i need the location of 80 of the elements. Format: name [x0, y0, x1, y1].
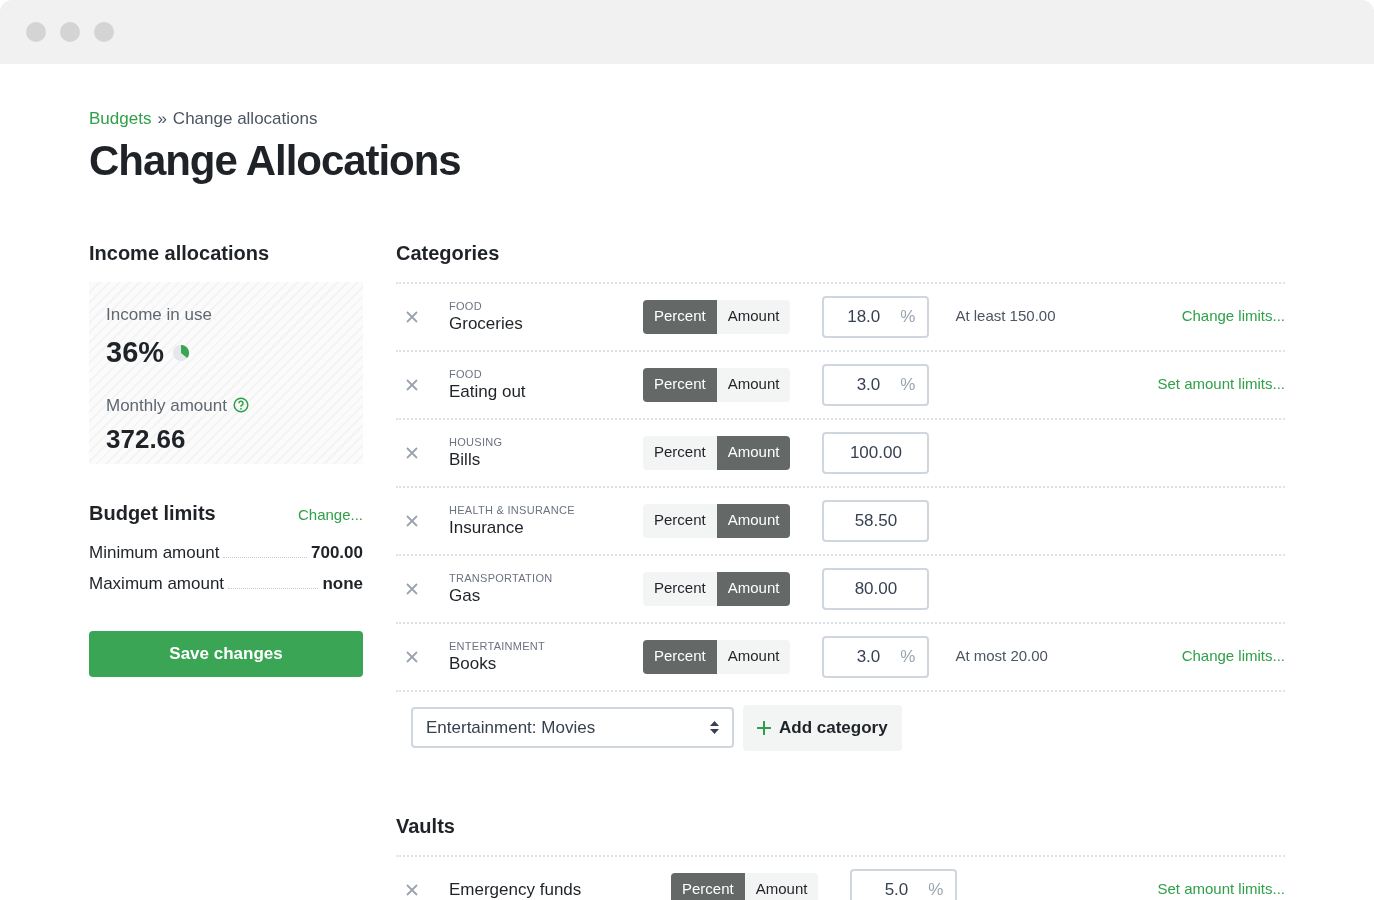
- window-control-icon[interactable]: [60, 22, 80, 42]
- mode-toggle[interactable]: Amount: [716, 503, 791, 538]
- category-name: Gas: [449, 584, 482, 607]
- unit-label: %: [900, 645, 916, 668]
- mode-toggle[interactable]: Amount: [716, 367, 791, 402]
- category-name: Books: [449, 652, 498, 675]
- close-icon[interactable]: [406, 883, 418, 896]
- income-in-use-value: 36%: [106, 335, 165, 370]
- value-text: 58.50: [854, 509, 898, 532]
- value-input[interactable]: 18.0 %: [822, 295, 930, 338]
- limits-link[interactable]: Change limits...: [1181, 305, 1285, 328]
- limits-link[interactable]: Change limits...: [1181, 645, 1285, 668]
- limit-value: 700.00: [311, 541, 363, 564]
- window-control-icon[interactable]: [26, 22, 46, 42]
- page-title: Change Allocations: [89, 135, 462, 186]
- category-name: Groceries: [449, 312, 524, 335]
- help-icon[interactable]: [232, 397, 249, 414]
- select-value: Entertainment: Movies: [426, 716, 596, 739]
- value-input[interactable]: 80.00: [822, 567, 930, 610]
- unit-label: %: [900, 305, 916, 328]
- close-icon[interactable]: [406, 582, 418, 595]
- value-input[interactable]: 3.0 %: [822, 635, 930, 678]
- value-input[interactable]: 100.00: [822, 431, 930, 474]
- mode-toggle[interactable]: Amount: [744, 872, 819, 900]
- limit-note: At least 150.00: [955, 306, 1056, 327]
- mode-toggle[interactable]: Amount: [716, 299, 791, 334]
- mode-toggle[interactable]: Amount: [716, 639, 791, 674]
- value-text: 100.00: [849, 441, 902, 464]
- income-in-use-label: Income in use: [106, 303, 213, 326]
- limit-note: At most 20.00: [955, 646, 1048, 667]
- mode-toggle[interactable]: Percent: [643, 299, 717, 334]
- value-text: 80.00: [854, 577, 898, 600]
- category-name: Emergency funds: [449, 878, 583, 900]
- category-group: FOOD: [449, 298, 643, 313]
- mode-toggle[interactable]: Percent: [643, 503, 717, 538]
- section-heading: Categories: [396, 240, 501, 266]
- breadcrumb-separator: »: [157, 108, 167, 130]
- category-name: Bills: [449, 448, 482, 471]
- category-group: HEALTH & INSURANCE: [449, 502, 643, 517]
- monthly-amount-label: Monthly amount: [106, 394, 227, 417]
- close-icon[interactable]: [406, 446, 418, 459]
- value-text: 18.0: [847, 305, 881, 328]
- add-category-button[interactable]: Add category: [743, 704, 902, 751]
- limit-label: Maximum amount: [89, 573, 225, 595]
- value-input[interactable]: 3.0 %: [822, 363, 930, 406]
- mode-toggle[interactable]: Percent: [643, 639, 717, 674]
- plus-icon: [757, 720, 771, 735]
- unit-label: %: [900, 373, 916, 396]
- value-text: 3.0: [856, 645, 881, 668]
- limit-label: Minimum amount: [89, 541, 220, 564]
- category-select[interactable]: Entertainment: Movies: [411, 707, 734, 748]
- category-group: TRANSPORTATION: [449, 570, 643, 585]
- category-name: Insurance: [449, 516, 525, 539]
- value-input[interactable]: 58.50: [822, 499, 930, 542]
- section-heading: Vaults: [396, 813, 456, 839]
- category-name: Eating out: [449, 380, 527, 403]
- mode-toggle[interactable]: Percent: [671, 872, 745, 900]
- category-group: FOOD: [449, 366, 643, 381]
- sort-arrows-icon: [710, 721, 719, 734]
- close-icon[interactable]: [406, 310, 418, 323]
- value-input[interactable]: 5.0 %: [850, 868, 958, 900]
- mode-toggle[interactable]: Amount: [716, 435, 791, 470]
- mode-toggle[interactable]: Percent: [643, 367, 717, 402]
- window-control-icon[interactable]: [94, 22, 114, 42]
- close-icon[interactable]: [406, 378, 418, 391]
- mode-toggle[interactable]: Amount: [716, 571, 791, 606]
- value-text: 3.0: [856, 373, 881, 396]
- monthly-amount-value: 372.66: [106, 423, 187, 456]
- mode-toggle[interactable]: Percent: [643, 571, 717, 606]
- close-icon[interactable]: [406, 514, 418, 527]
- category-group: ENTERTAINMENT: [449, 638, 643, 653]
- close-icon[interactable]: [406, 650, 418, 663]
- section-heading: Income allocations: [89, 240, 271, 266]
- mode-toggle[interactable]: Percent: [643, 435, 717, 470]
- breadcrumb-current: Change allocations: [172, 108, 318, 130]
- limit-value: none: [322, 573, 363, 595]
- unit-label: %: [928, 878, 944, 900]
- value-text: 5.0: [884, 878, 909, 900]
- category-group: HOUSING: [449, 434, 643, 449]
- section-heading: Budget limits: [89, 500, 216, 526]
